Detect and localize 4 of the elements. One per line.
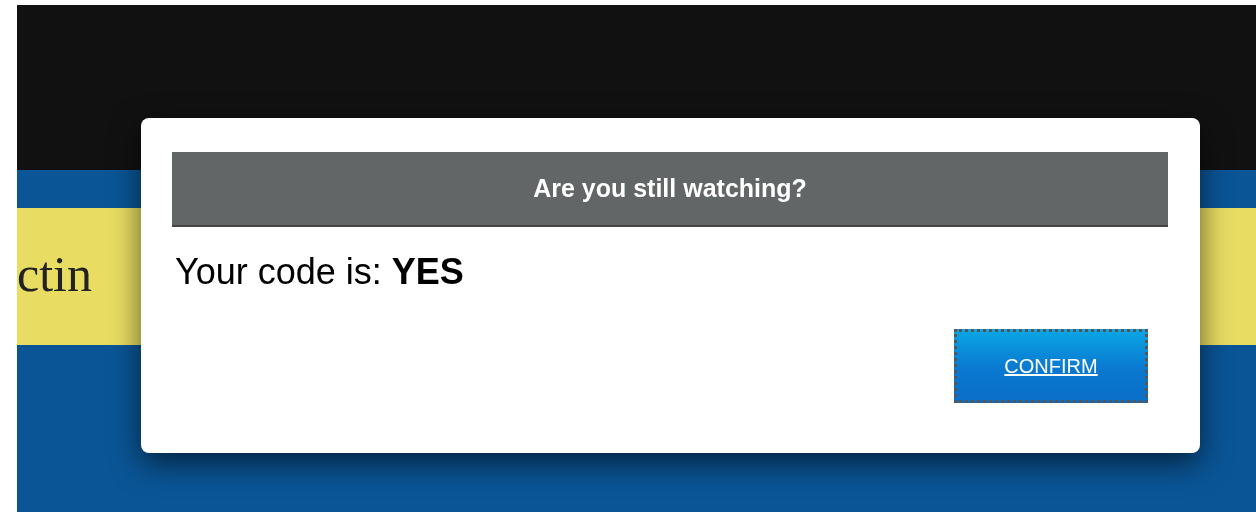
dialog-title: Are you still watching? [172, 152, 1168, 227]
banner-text: ctin [17, 244, 92, 303]
dialog-message: Your code is: YES [175, 251, 465, 293]
confirm-button[interactable]: CONFIRM [954, 329, 1148, 403]
